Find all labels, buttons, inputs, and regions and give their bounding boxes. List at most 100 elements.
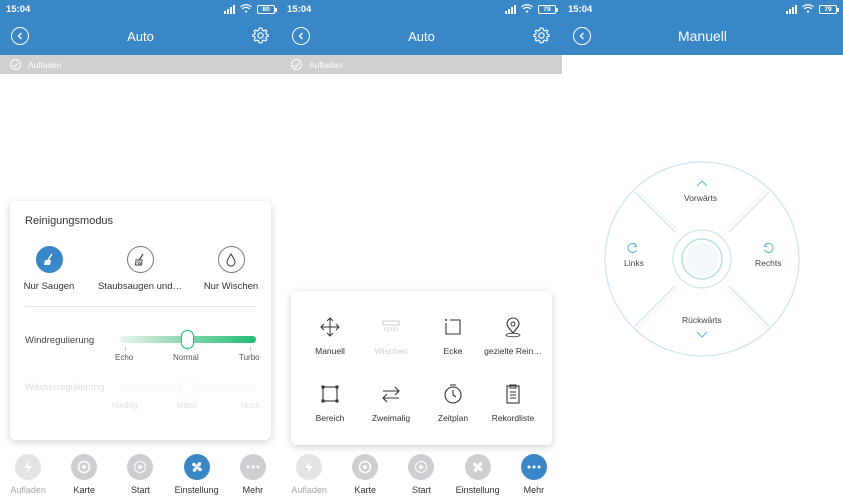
more-menu-panel: Manuell Wischen Ecke gezielte Rein… Bere… [291,291,552,445]
check-circle-icon [10,59,21,70]
mode-label: Nur Wischen [203,281,259,292]
nav-einstellung[interactable]: Einstellung [169,454,225,495]
menu-rekordliste[interactable]: Rekordliste [481,383,545,423]
app-bar: 15:04 79 Manuell [562,0,843,55]
water-slider-handle [181,378,194,397]
mode-label: Nur Saugen [23,281,75,292]
signal-icon [786,4,797,14]
screen-auto-mode: 15:04 80 Auto Aufladen Reinigungsmodus N… [0,0,281,500]
direction-pad: Vorwärts Links Rechts Rückwärts [602,159,802,359]
nav-aufladen[interactable]: Aufladen [0,454,56,495]
tick [125,347,126,351]
screen-manual-control: 15:04 79 Manuell Vorwärts Links Rechts R… [562,0,843,500]
more-dots-icon [239,454,266,480]
divider [25,306,256,307]
signal-icon [505,4,516,14]
wind-tick-normal: Normal [173,353,199,362]
swap-arrows-icon [382,386,400,403]
menu-zeitplan[interactable]: Zeitplan [421,383,485,423]
nav-mehr[interactable]: Mehr [506,454,562,495]
wifi-icon [802,4,814,13]
wifi-icon [521,4,533,13]
more-dots-icon [520,454,547,480]
page-title: Auto [408,29,435,44]
gear-icon[interactable] [532,26,551,45]
wind-label: Windregulierung [25,335,95,346]
status-time: 15:04 [6,3,31,15]
panel-title: Reinigungsmodus [25,215,114,227]
charging-banner: Aufladen [281,55,562,74]
right-button[interactable]: Rechts [755,258,781,268]
menu-bereich[interactable]: Bereich [298,383,362,423]
battery-icon: 79 [819,4,839,14]
bottom-nav: Aufladen Karte Start Einstellung Mehr [281,454,562,500]
charge-icon [15,454,42,480]
clipboard-list-icon [506,384,520,404]
wind-tick-echo: Echo [115,353,134,362]
menu-zweimalig[interactable]: Zweimalig [359,383,423,423]
mode-label: Staubsaugen und… [98,281,182,292]
nav-mehr[interactable]: Mehr [225,454,281,495]
play-icon [408,454,435,480]
wind-tick-turbo: Turbo [239,353,260,362]
forward-button[interactable]: Vorwärts [684,193,717,203]
charging-banner: Aufladen [0,55,281,74]
vacuum-icon [35,246,63,273]
move-arrows-icon [320,317,340,337]
fan-icon [183,454,210,480]
rotate-left-icon[interactable] [627,242,639,254]
battery-icon: 80 [257,4,277,14]
app-bar: 15:04 79 Auto [281,0,562,55]
corner-icon [445,319,461,335]
chevron-up-icon[interactable] [696,179,708,187]
mode-nur-saugen[interactable]: Nur Saugen [9,246,89,292]
status-bar: 15:04 80 [6,2,277,16]
mode-nur-wischen[interactable]: Nur Wischen [191,246,271,292]
page-title: Auto [127,29,154,44]
banner-text: Aufladen [309,59,343,70]
clock-icon [444,384,462,404]
map-pin-icon [352,454,379,480]
chevron-down-icon[interactable] [696,331,708,339]
page-title: Manuell [677,28,728,44]
check-circle-icon [291,59,302,70]
status-bar: 15:04 79 [287,2,558,16]
nav-aufladen[interactable]: Aufladen [281,454,337,495]
water-tick-niedrig: Niedrig [112,401,138,410]
nav-start[interactable]: Start [112,454,168,495]
wifi-icon [240,4,252,13]
status-time: 15:04 [568,3,593,15]
menu-wischen: Wischen [359,316,423,356]
app-bar: 15:04 80 Auto [0,0,281,55]
nav-karte[interactable]: Karte [337,454,393,495]
fan-icon [464,454,491,480]
water-tick-mittel: Mittel [177,401,197,410]
nav-karte[interactable]: Karte [56,454,112,495]
left-button[interactable]: Links [624,258,644,268]
status-bar: 15:04 79 [568,2,839,16]
screens: 15:04 80 Auto Aufladen Reinigungsmodus N… [0,0,843,500]
mop-icon [382,320,400,332]
menu-gezielte-reinigung[interactable]: gezielte Rein… [481,316,545,356]
cleaning-mode-panel: Reinigungsmodus Nur Saugen Staubsaugen u… [10,201,271,440]
water-label: Wasserregulierung [25,382,105,393]
backward-button[interactable]: Rückwärts [682,315,722,325]
mode-staubsaugen-und-wischen[interactable]: Staubsaugen und… [98,246,182,292]
gear-icon[interactable] [251,26,270,45]
menu-ecke[interactable]: Ecke [421,316,485,356]
nav-einstellung[interactable]: Einstellung [450,454,506,495]
area-icon [321,385,339,403]
vacuum-mop-icon [126,246,154,273]
play-icon [127,454,154,480]
status-time: 15:04 [287,3,312,15]
location-pin-icon [505,317,521,338]
rotate-right-icon[interactable] [762,242,774,254]
nav-start[interactable]: Start [393,454,449,495]
charge-icon [296,454,323,480]
menu-manuell[interactable]: Manuell [298,316,362,356]
signal-icon [224,4,235,14]
screen-more-menu: 15:04 79 Auto Aufladen Manuell Wischen E… [281,0,562,500]
map-pin-icon [71,454,98,480]
banner-text: Aufladen [28,59,62,70]
tick [250,347,251,351]
